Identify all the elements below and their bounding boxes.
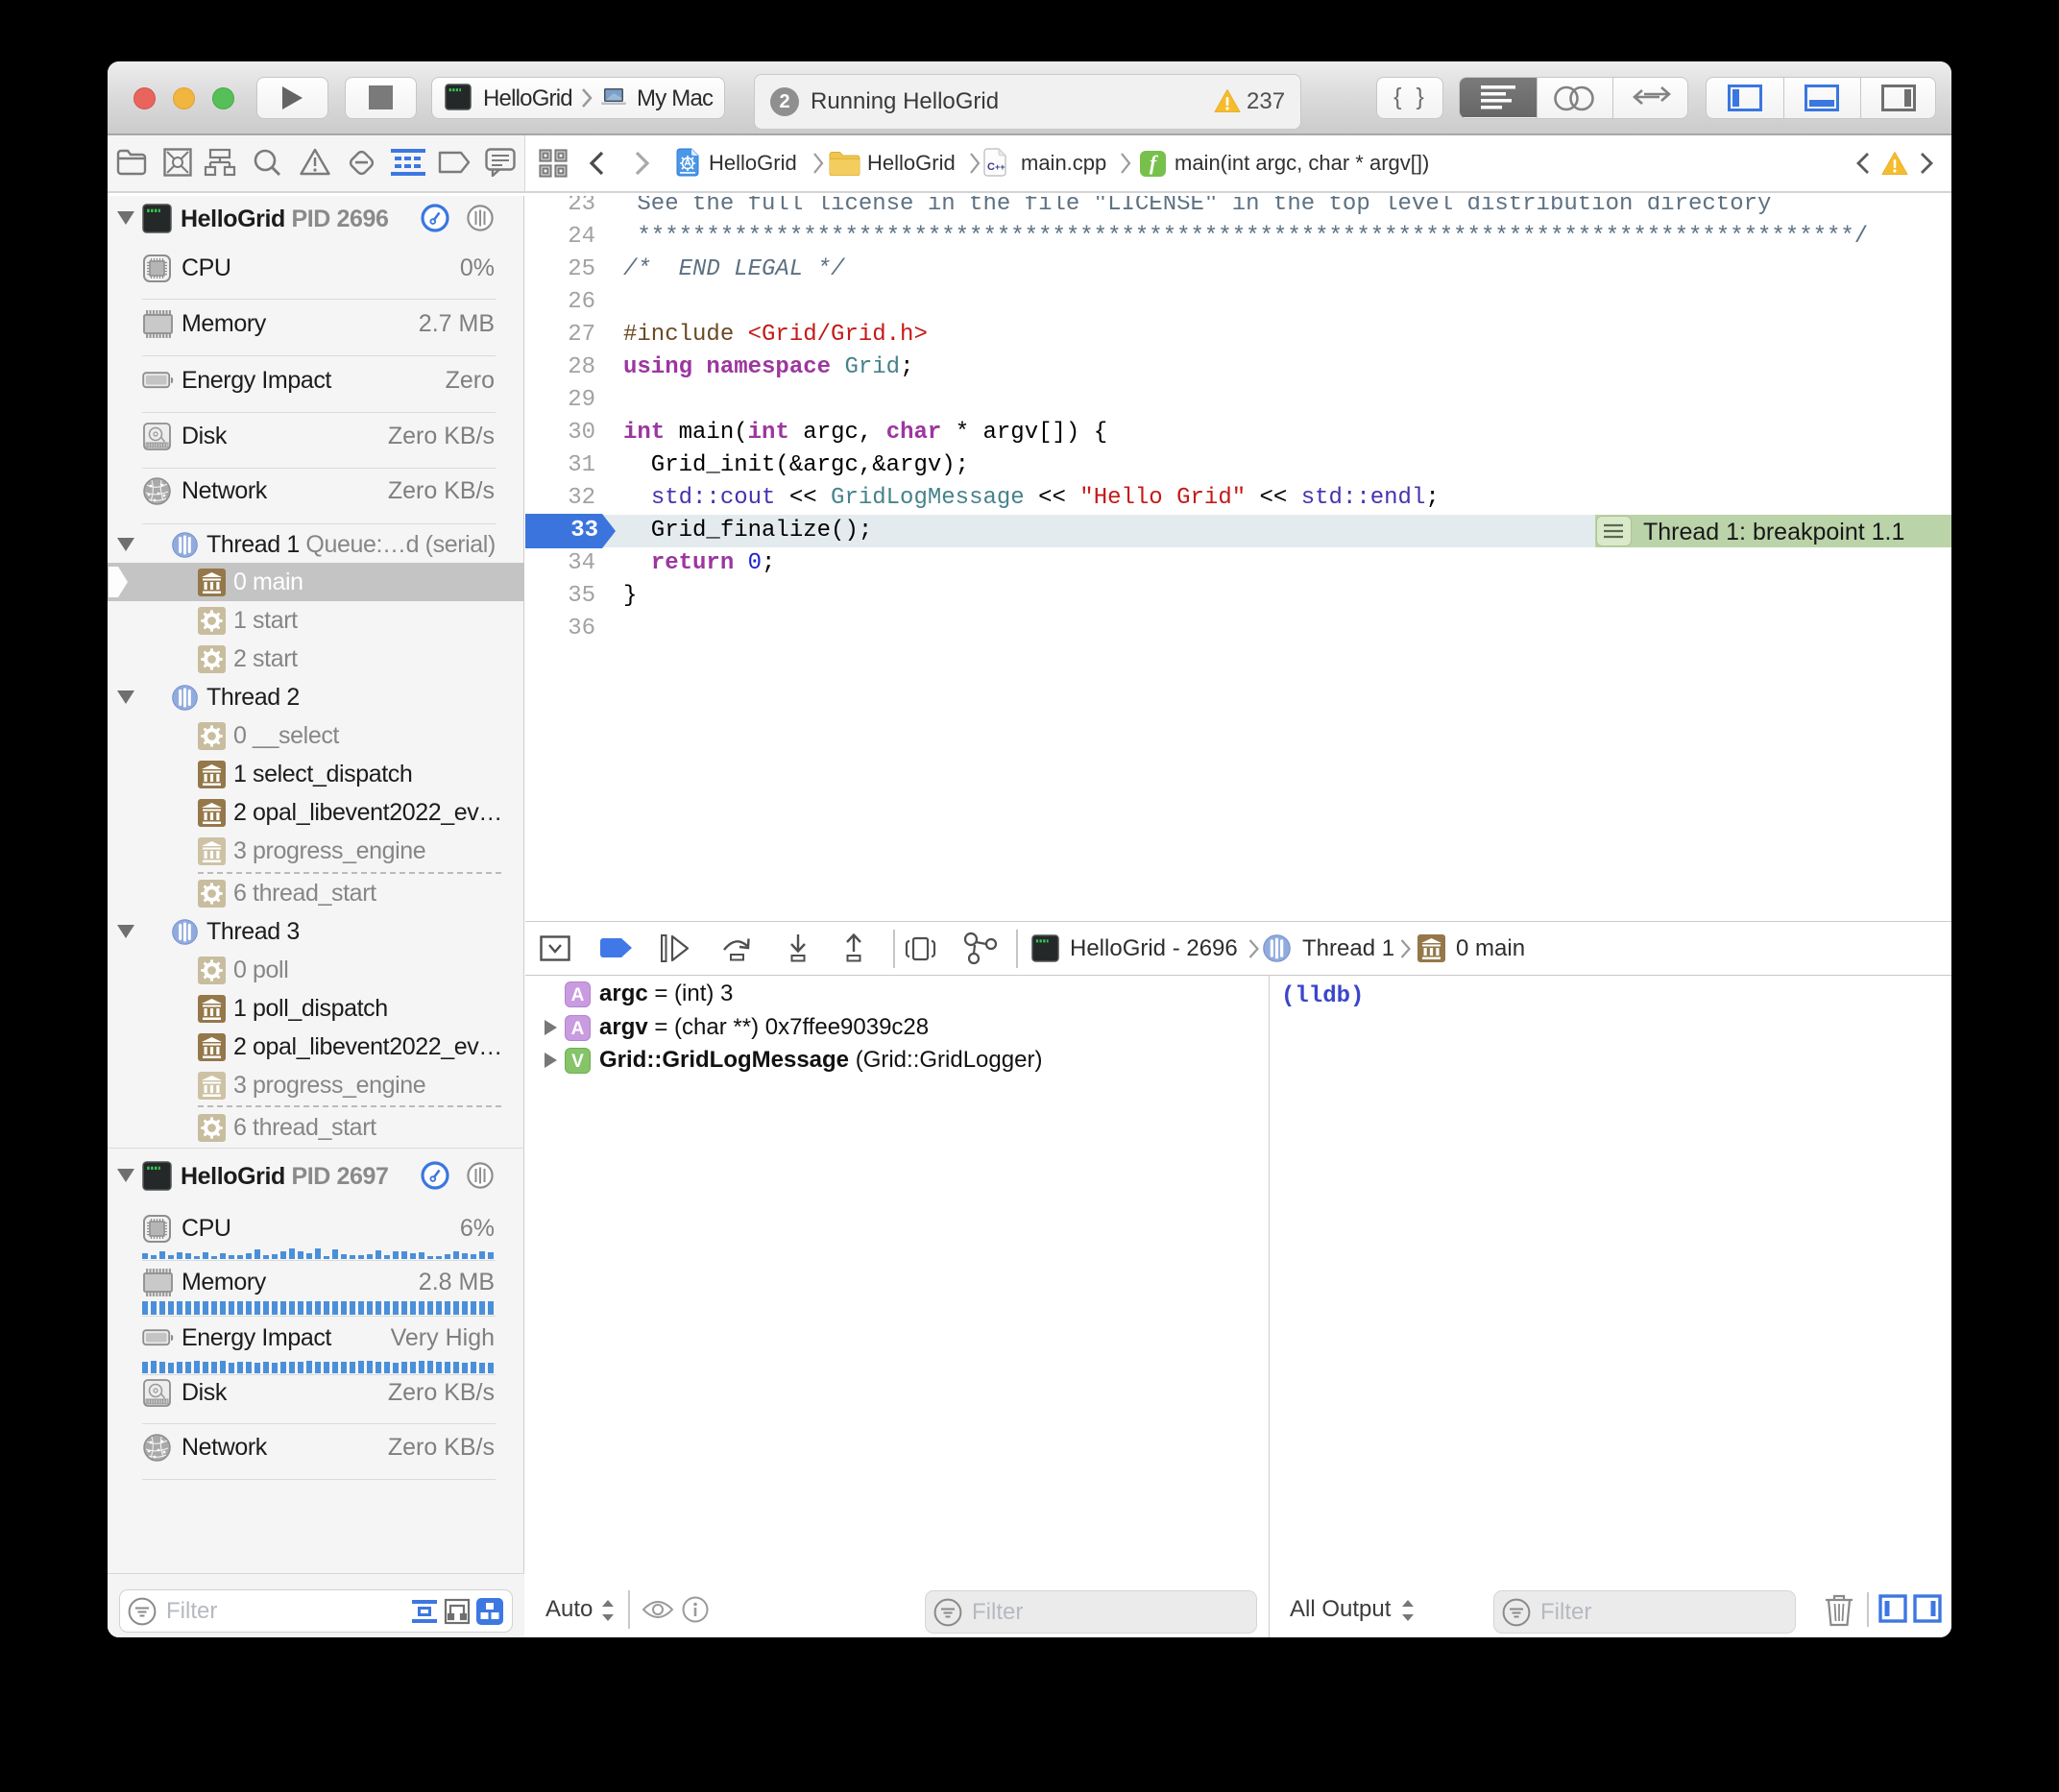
svg-text:++: ++ <box>995 162 1005 172</box>
svg-text:C: C <box>987 161 995 173</box>
